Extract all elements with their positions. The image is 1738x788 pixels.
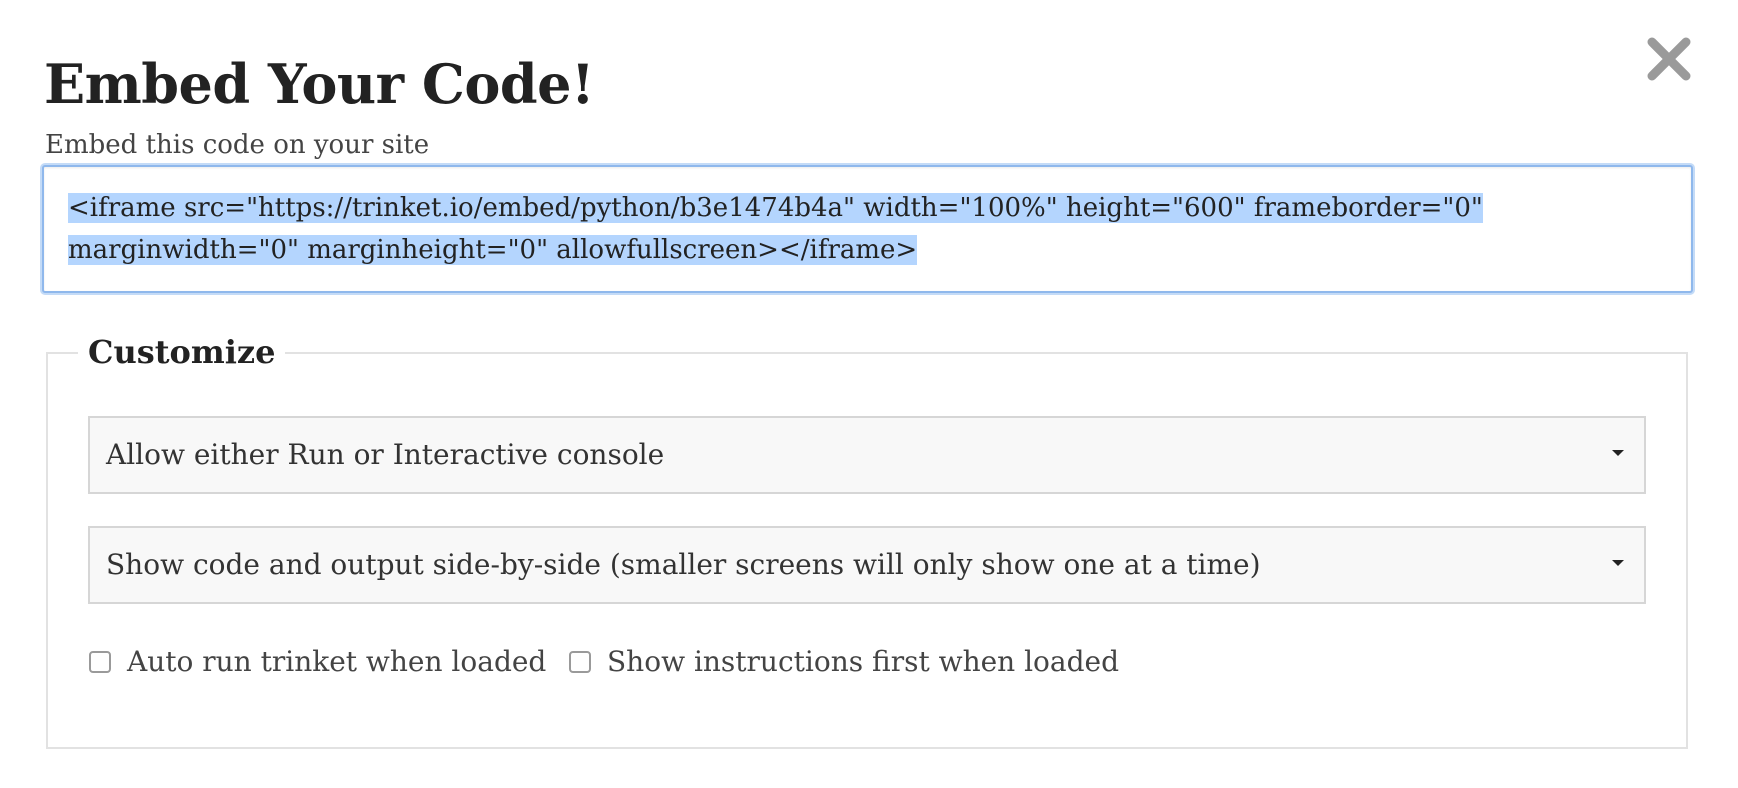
console-mode-select[interactable]: Allow either Run or Interactive console (88, 416, 1646, 494)
console-mode-value: Allow either Run or Interactive console (106, 438, 665, 471)
embed-code-textarea[interactable]: <iframe src="https://trinket.io/embed/py… (42, 165, 1693, 293)
close-button[interactable] (1640, 30, 1698, 88)
chevron-down-icon (1612, 560, 1624, 566)
auto-run-checkbox[interactable] (89, 651, 111, 673)
customize-legend: Customize (78, 330, 286, 374)
embed-code-line-2: marginwidth="0" marginheight="0" allowfu… (68, 235, 918, 265)
dialog-subtitle: Embed this code on your site (45, 130, 430, 160)
display-mode-value: Show code and output side-by-side (small… (106, 548, 1261, 581)
close-icon (1647, 37, 1691, 81)
dialog-title: Embed Your Code! (44, 52, 595, 116)
chevron-down-icon (1612, 450, 1624, 456)
embed-code-line-1: <iframe src="https://trinket.io/embed/py… (68, 193, 1483, 223)
show-instructions-checkbox[interactable] (569, 651, 591, 673)
auto-run-option[interactable]: Auto run trinket when loaded (89, 640, 546, 684)
display-mode-select[interactable]: Show code and output side-by-side (small… (88, 526, 1646, 604)
show-instructions-label: Show instructions first when loaded (607, 645, 1120, 678)
auto-run-label: Auto run trinket when loaded (127, 645, 547, 678)
show-instructions-option[interactable]: Show instructions first when loaded (569, 640, 1119, 684)
embed-dialog: Embed Your Code! Embed this code on your… (0, 0, 1738, 788)
